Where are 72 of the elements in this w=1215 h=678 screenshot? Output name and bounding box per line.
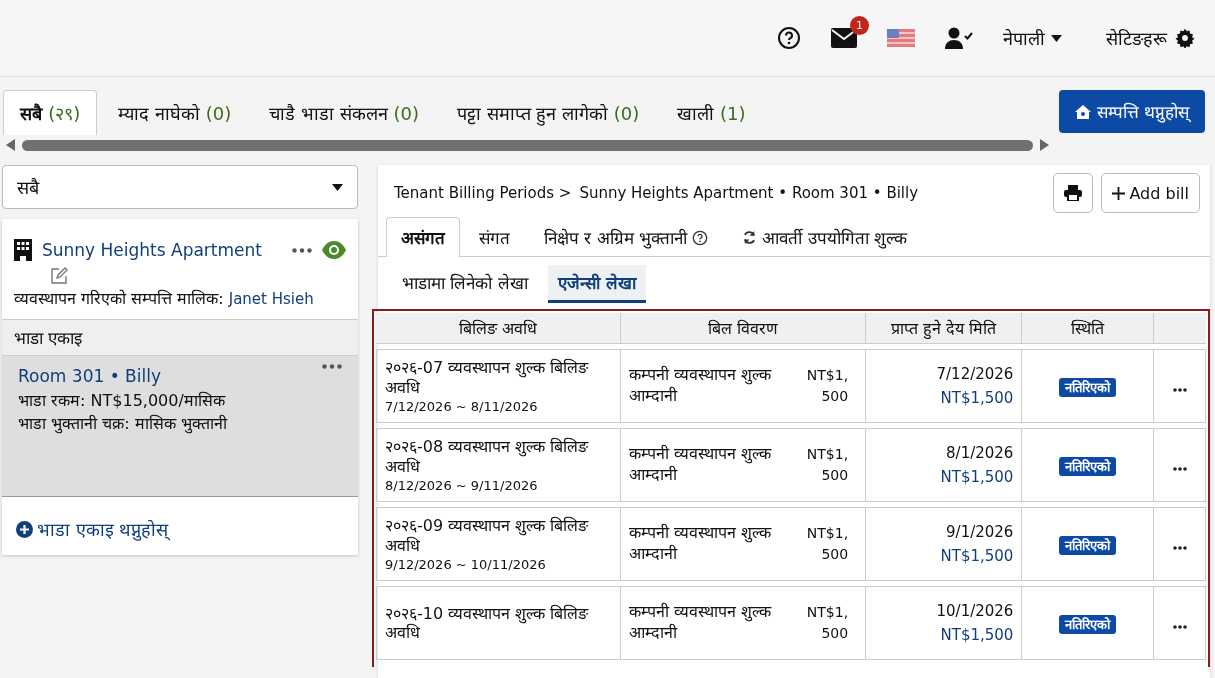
scroll-right-icon[interactable] — [1039, 139, 1049, 151]
settings-icon — [1175, 28, 1195, 48]
edit-icon[interactable] — [50, 267, 68, 285]
property-tab[interactable]: खाली (1) — [660, 90, 763, 135]
notification-badge: 1 — [850, 16, 869, 35]
plus-circle-icon — [16, 520, 33, 538]
more-icon[interactable] — [1172, 624, 1187, 629]
building-icon — [14, 239, 32, 261]
table-cell: कम्पनी व्यवस्थापन शुल्क आम्दानी NT$1,500 — [621, 586, 866, 660]
print-button[interactable] — [1053, 173, 1094, 213]
owner-label: व्यवस्थापन गरिएको सम्पत्ति मालिक: — [14, 289, 224, 308]
column-header: स्थिति — [1022, 313, 1155, 344]
mail-icon[interactable] — [831, 28, 857, 48]
filter-dropdown[interactable]: सबै — [2, 165, 358, 209]
billing-tab[interactable]: निक्षेप र अग्रिम भुक्तानी — [529, 217, 724, 257]
user-check-icon[interactable] — [945, 27, 973, 49]
eye-icon[interactable] — [322, 241, 346, 259]
property-tab[interactable]: चाडै भाडा संकलन (0) — [252, 90, 436, 135]
caret-icon — [1051, 34, 1062, 42]
more-icon[interactable] — [1172, 466, 1187, 471]
scroll-left-icon[interactable] — [6, 139, 16, 151]
section-heading: भाडा एकाइ — [2, 319, 358, 356]
billing-tab[interactable]: असंगत — [386, 217, 460, 257]
status-badge: नतिरिएको — [1059, 377, 1117, 397]
status-badge: नतिरिएको — [1059, 456, 1117, 476]
table-cell: कम्पनी व्यवस्थापन शुल्क आम्दानी NT$1,500 — [621, 507, 866, 581]
more-icon[interactable] — [292, 247, 312, 253]
add-property-button[interactable]: सम्पत्ति थप्नुहोस् — [1058, 90, 1205, 133]
column-header: बिलिङ अवधि — [376, 313, 622, 344]
printer-icon — [1064, 185, 1083, 201]
table-cell: 10/1/2026 NT$1,500 — [865, 586, 1023, 660]
table-cell: २०२६-08 व्यवस्थापन शुल्क बिलिङ अवधि 8/12/2026 ~ 9/11/2026 — [376, 428, 622, 502]
property-name[interactable]: Sunny Heights Apartment — [42, 240, 282, 260]
rental-unit-item[interactable]: Room 301 • Billy भाडा रकम: NT$15,000/मासिक भाडा भुक्तानी चक्र: मासिक भुक्तानी — [2, 356, 358, 497]
caret-icon — [332, 183, 343, 191]
rent-amount: भाडा रकम: NT$15,000/मासिक — [18, 389, 227, 412]
table-cell: कम्पनी व्यवस्थापन शुल्क आम्दानी NT$1,500 — [621, 428, 866, 502]
house-icon — [1074, 104, 1091, 119]
ledger-tab[interactable]: एजेन्सी लेखा — [547, 265, 646, 303]
status-badge: नतिरिएको — [1059, 535, 1117, 555]
table-cell: 9/1/2026 NT$1,500 — [865, 507, 1023, 581]
payment-cycle: भाडा भुक्तानी चक्र: मासिक भुक्तानी — [18, 412, 229, 435]
ledger-tab[interactable]: भाडामा लिनेको लेखा — [392, 265, 538, 303]
unit-title[interactable]: Room 301 • Billy — [18, 364, 161, 389]
table-cell: 8/1/2026 NT$1,500 — [865, 428, 1023, 502]
settings-button[interactable]: सेटिङहरू — [1106, 26, 1195, 50]
table-cell: २०२६-07 व्यवस्थापन शुल्क बिलिङ अवधि 7/12/2026 ~ 8/11/2026 — [376, 349, 622, 423]
property-tab[interactable]: सबै (२९) — [3, 90, 98, 135]
owner-link[interactable]: Janet Hsieh — [228, 290, 314, 308]
breadcrumb-item[interactable]: Tenant Billing Periods > — [394, 184, 572, 202]
billing-tab[interactable]: आवर्ती उपयोगिता शुल्क — [727, 217, 923, 257]
add-unit-link[interactable]: भाडा एकाइ थप्नुहोस् — [2, 497, 358, 555]
scrollbar-thumb[interactable] — [22, 139, 1033, 151]
more-icon[interactable] — [1172, 387, 1187, 392]
property-tab[interactable]: म्याद नाघेको (0) — [101, 90, 249, 135]
add-bill-button[interactable]: Add bill — [1101, 173, 1200, 213]
table-cell: २०२६-09 व्यवस्थापन शुल्क बिलिङ अवधि 9/12/2026 ~ 10/11/2026 — [376, 507, 622, 581]
language-dropdown[interactable]: नेपाली — [1003, 26, 1062, 50]
column-header: बिल विवरण — [621, 313, 866, 344]
status-badge: नतिरिएको — [1059, 614, 1117, 634]
refresh-icon — [742, 230, 758, 245]
help-icon[interactable] — [777, 26, 801, 50]
table-cell: कम्पनी व्यवस्थापन शुल्क आम्दानी NT$1,500 — [621, 349, 866, 423]
help-icon — [692, 229, 709, 246]
table-cell: 7/12/2026 NT$1,500 — [865, 349, 1023, 423]
billing-tab[interactable]: संगत — [464, 217, 525, 257]
breadcrumb-item[interactable]: Sunny Heights Apartment • Room 301 • Billy — [579, 184, 919, 202]
column-header: प्राप्त हुने देय मिति — [865, 313, 1023, 344]
table-cell: २०२६-10 व्यवस्थापन शुल्क बिलिङ अवधि — [376, 586, 622, 660]
property-tab[interactable]: पट्टा समाप्त हुन लागेको (0) — [439, 90, 657, 135]
plus-icon — [1112, 186, 1126, 200]
more-icon[interactable] — [1172, 545, 1187, 550]
